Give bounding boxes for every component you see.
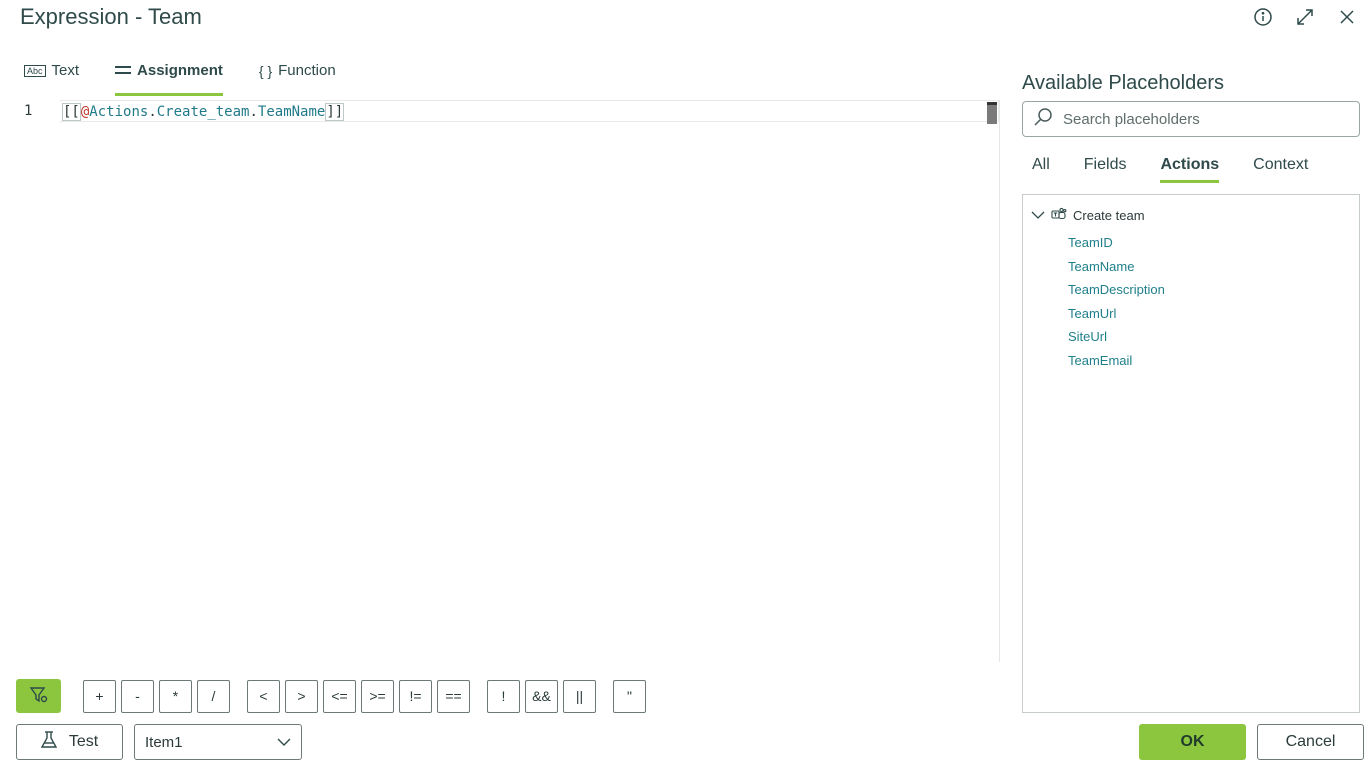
- op-and-button[interactable]: &&: [525, 679, 558, 713]
- cancel-button[interactable]: Cancel: [1257, 724, 1364, 760]
- chevron-down-icon[interactable]: [1031, 208, 1045, 223]
- teams-icon: [1051, 207, 1067, 224]
- op-greater-button[interactable]: >: [285, 679, 318, 713]
- code-segment: Create_team: [156, 104, 250, 120]
- panel-title: Available Placeholders: [1022, 72, 1224, 94]
- window-controls: [1252, 6, 1358, 28]
- tab-context[interactable]: Context: [1253, 156, 1308, 183]
- test-button[interactable]: Test: [16, 724, 123, 760]
- open-brackets: [[: [62, 103, 81, 121]
- search-icon: [1033, 107, 1053, 132]
- placeholder-tree: Create team TeamID TeamName TeamDescript…: [1022, 194, 1360, 713]
- op-not-button[interactable]: !: [487, 679, 520, 713]
- op-divide-button[interactable]: /: [197, 679, 230, 713]
- tree-children: TeamID TeamName TeamDescription TeamUrl …: [1023, 231, 1359, 373]
- tab-assignment[interactable]: Assignment: [115, 58, 223, 96]
- placeholder-tabs: All Fields Actions Context: [1032, 156, 1308, 183]
- code-content[interactable]: [[@Actions.Create_team.TeamName]]: [60, 100, 999, 122]
- chevron-down-icon: [277, 734, 291, 751]
- tab-label: Assignment: [137, 62, 223, 79]
- tab-actions[interactable]: Actions: [1160, 156, 1220, 183]
- editor-line[interactable]: 1 [[@Actions.Create_team.TeamName]]: [16, 100, 999, 122]
- op-less-equal-button[interactable]: <=: [323, 679, 356, 713]
- text-abc-icon: Abc: [24, 64, 46, 77]
- op-less-button[interactable]: <: [247, 679, 280, 713]
- tab-label: Function: [278, 62, 336, 79]
- code-dot: .: [249, 104, 258, 120]
- operator-toolbar: + - * / < > <= >= != == ! && || ": [16, 679, 651, 713]
- tree-node-create-team[interactable]: Create team: [1023, 205, 1359, 225]
- op-greater-equal-button[interactable]: >=: [361, 679, 394, 713]
- item-select-value: Item1: [145, 733, 183, 751]
- tree-leaf[interactable]: TeamName: [1023, 255, 1359, 279]
- editor-scrollbar[interactable]: [987, 102, 997, 124]
- filter-icon: [29, 685, 49, 708]
- item-select[interactable]: Item1: [134, 724, 302, 760]
- op-plus-button[interactable]: +: [83, 679, 116, 713]
- mode-tabs: Abc Text Assignment { } Function: [24, 58, 336, 96]
- tree-leaf[interactable]: TeamUrl: [1023, 302, 1359, 326]
- search-box: [1022, 101, 1360, 137]
- assignment-icon: [115, 63, 132, 79]
- braces-icon: { }: [258, 62, 273, 79]
- op-equal-button[interactable]: ==: [437, 679, 470, 713]
- search-input[interactable]: [1063, 110, 1343, 128]
- test-label: Test: [68, 733, 99, 750]
- op-minus-button[interactable]: -: [121, 679, 154, 713]
- tree-leaf[interactable]: TeamID: [1023, 231, 1359, 255]
- close-brackets: ]]: [325, 103, 345, 121]
- expression-editor[interactable]: 1 [[@Actions.Create_team.TeamName]]: [16, 100, 1000, 662]
- expand-icon[interactable]: [1294, 6, 1316, 28]
- tree-node-label: Create team: [1073, 207, 1145, 223]
- tree-leaf[interactable]: SiteUrl: [1023, 325, 1359, 349]
- op-or-button[interactable]: ||: [563, 679, 596, 713]
- info-icon[interactable]: [1252, 6, 1274, 28]
- tree-leaf[interactable]: TeamEmail: [1023, 349, 1359, 373]
- close-icon[interactable]: [1336, 6, 1358, 28]
- tab-text[interactable]: Abc Text: [24, 58, 79, 96]
- code-segment: TeamName: [257, 104, 326, 120]
- tab-fields[interactable]: Fields: [1084, 156, 1127, 183]
- code-dot: .: [148, 104, 157, 120]
- dialog-title: Expression - Team: [20, 4, 202, 29]
- filter-button[interactable]: [16, 679, 61, 713]
- tab-label: Text: [51, 62, 80, 79]
- flask-icon: [40, 730, 58, 754]
- op-not-equal-button[interactable]: !=: [399, 679, 432, 713]
- op-quote-button[interactable]: ": [613, 679, 646, 713]
- code-segment: Actions: [89, 104, 149, 120]
- op-multiply-button[interactable]: *: [159, 679, 192, 713]
- line-number: 1: [24, 103, 33, 119]
- ok-button[interactable]: OK: [1139, 724, 1246, 760]
- tree-leaf[interactable]: TeamDescription: [1023, 278, 1359, 302]
- tab-function[interactable]: { } Function: [259, 58, 336, 96]
- tab-all[interactable]: All: [1032, 156, 1050, 183]
